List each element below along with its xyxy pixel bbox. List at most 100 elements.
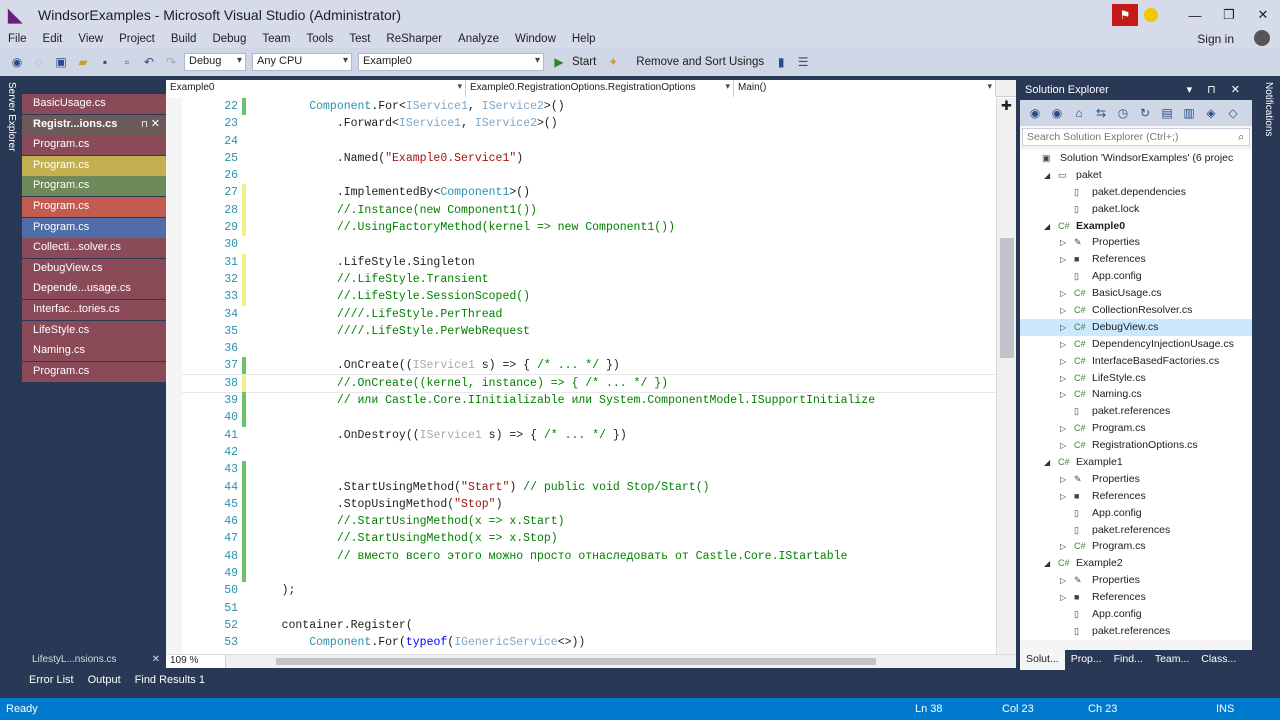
feedback-flag-icon[interactable]: ⚑ bbox=[1112, 4, 1138, 26]
expand-arrow-icon[interactable]: ▷ bbox=[1060, 234, 1066, 251]
menu-debug[interactable]: Debug bbox=[204, 33, 254, 45]
undo-icon[interactable]: ↶ bbox=[140, 53, 158, 71]
menu-resharper[interactable]: ReSharper bbox=[378, 33, 450, 45]
tab-pin-icon[interactable]: ⊓ bbox=[141, 115, 148, 134]
expand-arrow-icon[interactable]: ▷ bbox=[1060, 353, 1066, 370]
collapse-arrow-icon[interactable]: ◢ bbox=[1044, 555, 1050, 572]
code-line[interactable]: 40 bbox=[182, 409, 996, 427]
expand-arrow-icon[interactable]: ▷ bbox=[1060, 302, 1066, 319]
send-feedback-icon[interactable] bbox=[1144, 8, 1158, 22]
tree-node[interactable]: ▷ C# DebugView.cs bbox=[1020, 318, 1252, 336]
search-icon[interactable]: ⌕ bbox=[1238, 129, 1244, 145]
show-all-files-icon[interactable]: ▥ bbox=[1180, 104, 1198, 122]
code-line[interactable]: 49 bbox=[182, 565, 996, 583]
refresh-icon[interactable]: ↻ bbox=[1136, 104, 1154, 122]
code-line[interactable]: 45 .StopUsingMethod("Stop") bbox=[182, 495, 996, 514]
document-tab[interactable]: Program.cs bbox=[22, 135, 166, 156]
menu-help[interactable]: Help bbox=[564, 33, 604, 45]
remove-sort-usings-button[interactable]: Remove and Sort Usings bbox=[636, 56, 764, 68]
document-tab[interactable]: Registr...ions.cs ⊓ ✕ bbox=[22, 114, 166, 135]
redo-icon[interactable]: ↷ bbox=[162, 53, 180, 71]
code-line[interactable]: 51 bbox=[182, 600, 996, 617]
code-line[interactable]: 52 container.Register( bbox=[182, 617, 996, 634]
code-line[interactable]: 29 //.UsingFactoryMethod(kernel => new C… bbox=[182, 219, 996, 237]
code-line[interactable]: 24 bbox=[182, 133, 996, 150]
expand-arrow-icon[interactable]: ▷ bbox=[1060, 370, 1066, 387]
tree-node[interactable]: ▷ C# Program.cs bbox=[1020, 538, 1252, 555]
tree-node[interactable]: ▷ C# DependencyInjectionUsage.cs bbox=[1020, 336, 1252, 353]
horizontal-scroll-thumb[interactable] bbox=[276, 658, 876, 665]
side-panel-tab[interactable]: Class... bbox=[1195, 650, 1242, 670]
document-tab[interactable]: Program.cs bbox=[22, 196, 166, 217]
tree-node[interactable]: ▯ paket.dependencies bbox=[1020, 184, 1252, 201]
tree-node[interactable]: ▷ C# CollectionResolver.cs bbox=[1020, 302, 1252, 319]
document-tab[interactable]: BasicUsage.cs bbox=[22, 94, 166, 114]
restore-button[interactable]: ❐ bbox=[1212, 7, 1246, 23]
sign-in-link[interactable]: Sign in bbox=[1197, 32, 1234, 46]
tool-window-tab[interactable]: Error List bbox=[22, 672, 81, 690]
save-all-icon[interactable]: ▫ bbox=[118, 53, 136, 71]
code-line[interactable]: 23 .Forward<IService1, IService2>() bbox=[182, 115, 996, 132]
project-nav-select[interactable]: Example0 bbox=[166, 80, 466, 97]
document-tab[interactable]: Program.cs bbox=[22, 155, 166, 176]
tree-node[interactable]: ▷ C# BasicUsage.cs bbox=[1020, 285, 1252, 302]
code-line[interactable]: 44 .StartUsingMethod("Start") // public … bbox=[182, 478, 996, 496]
code-line[interactable]: 53 Component.For(typeof(IGenericService<… bbox=[182, 634, 996, 651]
side-panel-tab[interactable]: Solut... bbox=[1020, 650, 1065, 670]
code-line[interactable]: 22 Component.For<IService1, IService2>() bbox=[182, 98, 996, 116]
code-line[interactable]: 38 //.OnCreate((kernel, instance) => { /… bbox=[182, 373, 996, 394]
tree-node[interactable]: ▯ paket.references bbox=[1020, 403, 1252, 420]
server-explorer-tab[interactable]: Server Explorer bbox=[6, 82, 17, 151]
document-tab[interactable]: Collecti...solver.cs bbox=[22, 238, 166, 259]
menu-tools[interactable]: Tools bbox=[298, 33, 341, 45]
expand-arrow-icon[interactable]: ▷ bbox=[1060, 285, 1066, 302]
code-line[interactable]: 27 .ImplementedBy<Component1>() bbox=[182, 184, 996, 202]
code-line[interactable]: 30 bbox=[182, 236, 996, 253]
tool-window-tab[interactable]: Find Results 1 bbox=[128, 672, 212, 690]
expand-arrow-icon[interactable]: ▷ bbox=[1060, 471, 1066, 488]
sync-icon[interactable]: ⇆ bbox=[1092, 104, 1110, 122]
tree-node[interactable]: ▯ paket.references bbox=[1020, 522, 1252, 539]
collapse-arrow-icon[interactable]: ◢ bbox=[1044, 454, 1050, 471]
tree-node[interactable]: ▣ Solution 'WindsorExamples' (6 projec bbox=[1020, 150, 1252, 167]
tree-node[interactable]: ▯ paket.references bbox=[1020, 623, 1252, 640]
code-line[interactable]: 25 .Named("Example0.Service1") bbox=[182, 150, 996, 167]
solution-tree[interactable]: ▣ Solution 'WindsorExamples' (6 projec ◢ ▭ p… bbox=[1020, 150, 1252, 640]
code-line[interactable]: 46 //.StartUsingMethod(x => x.Start) bbox=[182, 513, 996, 531]
home-icon[interactable]: ⌂ bbox=[1070, 104, 1088, 122]
document-tab[interactable]: Program.cs bbox=[22, 217, 166, 238]
comment-icon[interactable]: ☰ bbox=[794, 53, 812, 71]
start-button[interactable]: Start bbox=[572, 56, 596, 68]
document-tab[interactable]: DebugView.cs bbox=[22, 258, 166, 279]
tree-node[interactable]: ▯ App.config bbox=[1020, 606, 1252, 623]
tree-node[interactable]: ▷ C# Naming.cs bbox=[1020, 386, 1252, 403]
document-tab[interactable]: Program.cs bbox=[22, 361, 166, 382]
document-tab[interactable]: Depende...usage.cs bbox=[22, 279, 166, 300]
tree-node[interactable]: ◢ C# Example0 bbox=[1020, 218, 1252, 235]
expand-arrow-icon[interactable]: ▷ bbox=[1060, 572, 1066, 589]
collapse-all-icon[interactable]: ▤ bbox=[1158, 104, 1176, 122]
tree-node[interactable]: ▷ ✎ Properties bbox=[1020, 572, 1252, 589]
code-line[interactable]: 32 //.LifeStyle.Transient bbox=[182, 270, 996, 289]
expand-arrow-icon[interactable]: ▷ bbox=[1060, 538, 1066, 555]
code-line[interactable]: 33 //.LifeStyle.SessionScoped() bbox=[182, 288, 996, 306]
tab-close-icon[interactable]: ✕ bbox=[151, 115, 160, 134]
editor-horizontal-scrollbar[interactable]: 109 % bbox=[166, 654, 1016, 668]
collapse-arrow-icon[interactable]: ◢ bbox=[1044, 218, 1050, 235]
expand-arrow-icon[interactable]: ▷ bbox=[1060, 386, 1066, 403]
preview-icon[interactable]: ◈ bbox=[1202, 104, 1220, 122]
member-nav-select[interactable]: Main() bbox=[734, 80, 996, 97]
expand-arrow-icon[interactable]: ▷ bbox=[1060, 488, 1066, 505]
solution-platform-select[interactable]: Any CPU bbox=[252, 53, 352, 71]
side-panel-tab[interactable]: Prop... bbox=[1065, 650, 1108, 670]
tree-node[interactable]: ▷ C# InterfaceBasedFactories.cs bbox=[1020, 353, 1252, 370]
tree-node[interactable]: ◢ C# Example2 bbox=[1020, 555, 1252, 572]
side-panel-tab[interactable]: Team... bbox=[1149, 650, 1195, 670]
tree-node[interactable]: ▷ ✎ Properties bbox=[1020, 234, 1252, 251]
type-nav-select[interactable]: Example0.RegistrationOptions.Registratio… bbox=[466, 80, 734, 97]
back-icon[interactable]: ◉ bbox=[1026, 104, 1044, 122]
view-code-icon[interactable]: ◇ bbox=[1224, 104, 1242, 122]
document-tab[interactable]: LifeStyle.cs bbox=[22, 320, 166, 341]
tree-node[interactable]: ▯ paket.lock bbox=[1020, 201, 1252, 218]
tree-node[interactable]: ◢ C# Example1 bbox=[1020, 454, 1252, 471]
